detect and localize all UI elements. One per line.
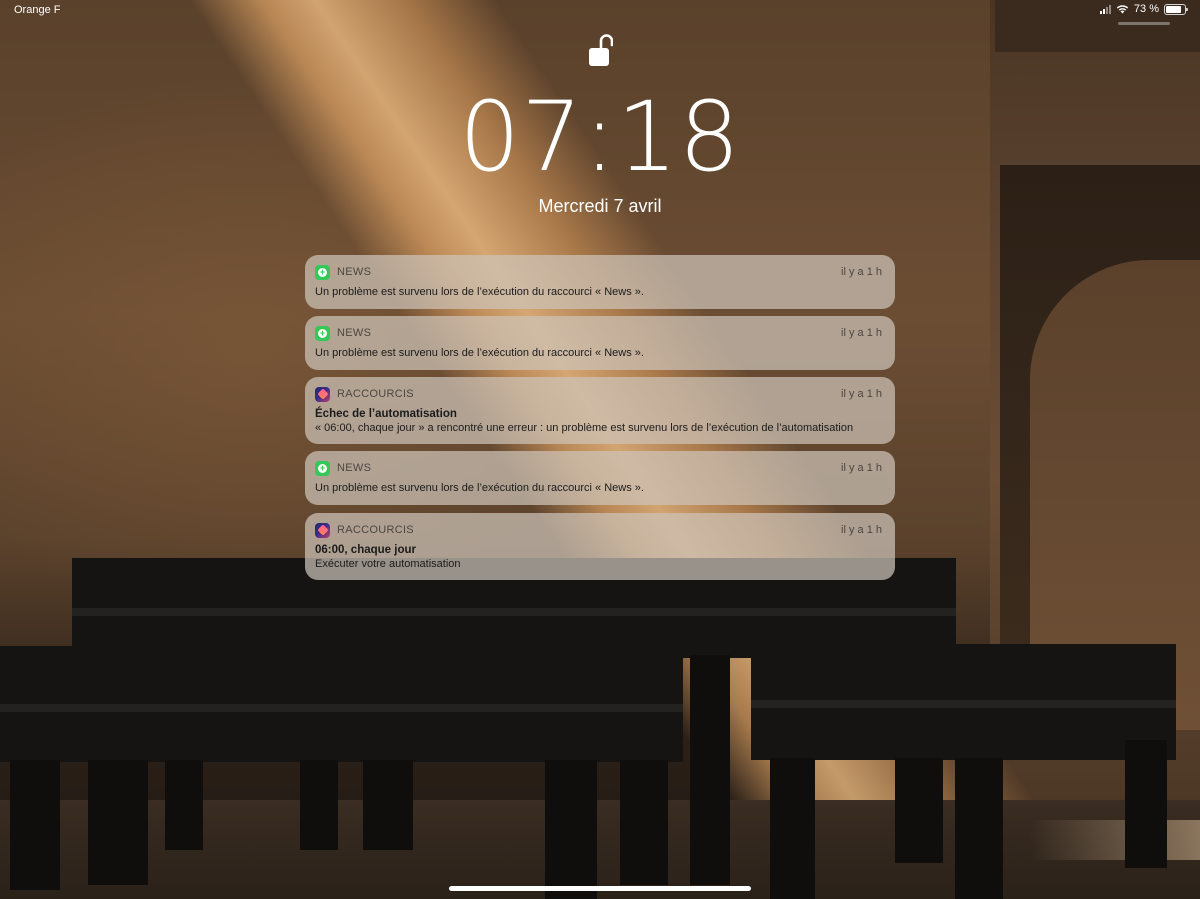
floor-light [1030, 820, 1200, 860]
unlocked-padlock-icon [589, 34, 613, 66]
bench-leg [545, 760, 597, 899]
status-indicators: 73 % [1099, 3, 1188, 15]
lock-screen-time: 07:18 [459, 81, 741, 193]
notification-body: « 06:00, chaque jour » a rencontré une e… [315, 422, 854, 434]
notification-app-name: NEWS [337, 462, 372, 474]
bench-leg [690, 655, 730, 885]
back-bench-edge [72, 608, 956, 616]
carrier-name: Orange F [14, 4, 61, 16]
wifi-icon [1116, 5, 1129, 14]
notification-time: il y a 1 h [841, 327, 882, 339]
notification-time: il y a 1 h [841, 462, 882, 474]
bench-leg [363, 760, 413, 850]
left-bench-edge [0, 704, 683, 712]
bench-leg [300, 760, 338, 850]
notification-shortcuts-failure[interactable]: RACCOURCIS il y a 1 h Échec de l’automat… [305, 377, 895, 444]
notification-app-name: NEWS [337, 327, 372, 339]
battery-icon [1164, 3, 1188, 15]
notification-body: Un problème est survenu lors de l’exécut… [315, 482, 644, 494]
notification-time: il y a 1 h [841, 524, 882, 536]
control-center-grabber[interactable] [1118, 22, 1170, 25]
right-bench-edge [751, 700, 1176, 708]
lock-screen-date: Mercredi 7 avril [538, 196, 662, 216]
notification-shortcuts-automation[interactable]: RACCOURCIS il y a 1 h 06:00, chaque jour… [305, 513, 895, 580]
news-app-icon: + [315, 264, 330, 280]
home-indicator[interactable] [449, 886, 751, 891]
shortcuts-app-icon [315, 522, 330, 538]
news-app-icon: + [315, 460, 330, 476]
notification-app-name: RACCOURCIS [337, 524, 414, 536]
status-bar: Orange F 73 % [0, 0, 1200, 22]
notification-app-name: NEWS [337, 266, 372, 278]
notification-news[interactable]: + NEWS il y a 1 h Un problème est surven… [305, 451, 895, 505]
notification-news[interactable]: + NEWS il y a 1 h Un problème est surven… [305, 255, 895, 309]
notification-title: Échec de l’automatisation [315, 408, 457, 420]
bench-leg [955, 758, 1003, 899]
bench-leg [10, 760, 60, 890]
notification-body: Exécuter votre automatisation [315, 558, 461, 570]
bench-leg [88, 760, 148, 885]
battery-level [1166, 5, 1181, 13]
shortcuts-app-icon [315, 386, 330, 402]
notification-title: 06:00, chaque jour [315, 544, 416, 556]
cellular-signal-icon [1099, 4, 1111, 14]
bench-leg [1125, 740, 1167, 868]
news-app-icon: + [315, 325, 330, 341]
bench-leg [895, 758, 943, 863]
bench-leg [165, 760, 203, 850]
notification-body: Un problème est survenu lors de l’exécut… [315, 286, 644, 298]
bench-leg [620, 760, 668, 885]
notification-time: il y a 1 h [841, 388, 882, 400]
notification-news[interactable]: + NEWS il y a 1 h Un problème est surven… [305, 316, 895, 370]
notification-time: il y a 1 h [841, 266, 882, 278]
notification-body: Un problème est survenu lors de l’exécut… [315, 347, 644, 359]
bench-leg [770, 758, 815, 899]
battery-percent: 73 % [1133, 3, 1159, 15]
notification-app-name: RACCOURCIS [337, 388, 414, 400]
